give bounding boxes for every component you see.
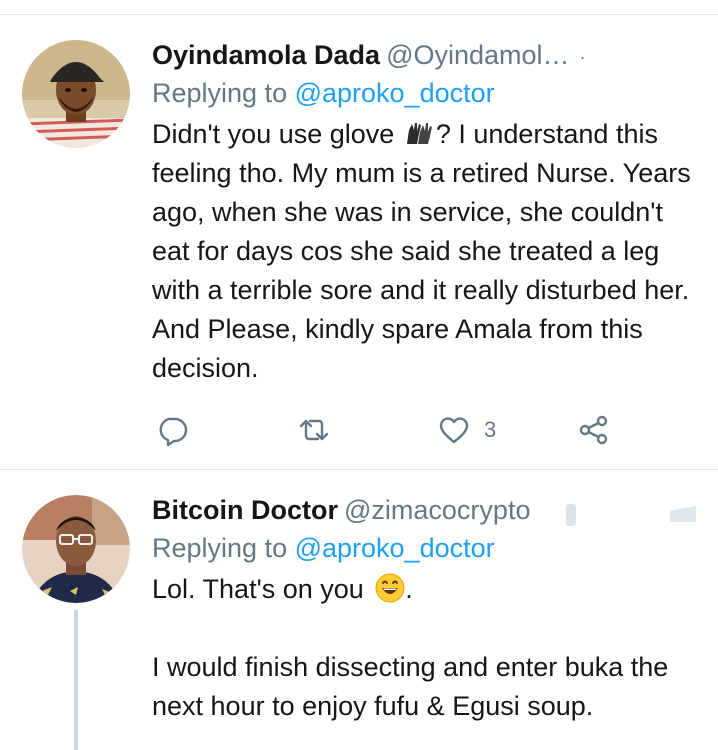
mention-link[interactable]: @aproko_doctor bbox=[295, 78, 495, 108]
tweet-actions: 3 bbox=[152, 410, 622, 450]
separator-dot: · bbox=[579, 46, 586, 67]
tweet-text: Didn't you use glove ? I understand this… bbox=[152, 115, 706, 388]
reply-icon bbox=[159, 417, 188, 446]
like-button[interactable]: 3 bbox=[438, 410, 496, 450]
tweet-header: Oyindamola Dada @Oyindamol… · bbox=[152, 37, 706, 73]
tweet-text-part-1: Didn't you use glove bbox=[152, 119, 402, 149]
gloves-icon bbox=[404, 118, 434, 144]
share-icon bbox=[579, 415, 608, 445]
tweet-text: Lol. That's on you . I would finish diss… bbox=[152, 570, 706, 726]
reply-button[interactable] bbox=[156, 410, 188, 450]
avatar[interactable] bbox=[22, 495, 130, 603]
display-name[interactable]: Oyindamola Dada bbox=[152, 40, 380, 70]
tweet-reply-2[interactable]: Bitcoin Doctor @zimacocrypto Replying to … bbox=[0, 470, 718, 750]
tweet-content: Oyindamola Dada @Oyindamol… · Replying to … bbox=[152, 37, 706, 388]
user-handle[interactable]: @Oyindamol… bbox=[386, 40, 569, 70]
mention-link[interactable]: @aproko_doctor bbox=[295, 533, 495, 563]
overlay-artifact bbox=[566, 504, 576, 526]
heart-icon bbox=[439, 417, 469, 444]
grinning-face-icon bbox=[375, 573, 405, 603]
tweet-text-part-2: ? I understand this feeling tho. My mum … bbox=[152, 119, 691, 383]
tweet-text-line-2: I would finish dissecting and enter buka… bbox=[152, 652, 669, 721]
thread-line bbox=[74, 610, 78, 750]
tweet-text-line-1: Lol. That's on you bbox=[152, 574, 372, 604]
replying-to-label: Replying to bbox=[152, 533, 295, 563]
tweet-reply-1[interactable]: Oyindamola Dada @Oyindamol… · Replying to … bbox=[0, 15, 718, 469]
like-count: 3 bbox=[484, 417, 497, 442]
retweet-button[interactable] bbox=[298, 410, 330, 450]
display-name[interactable]: Bitcoin Doctor bbox=[152, 495, 338, 525]
replying-to: Replying to @aproko_doctor bbox=[152, 75, 706, 111]
replying-to: Replying to @aproko_doctor bbox=[152, 530, 706, 566]
share-button[interactable] bbox=[578, 410, 610, 450]
tweet-text-line-1-end: . bbox=[405, 574, 413, 604]
user-handle[interactable]: @zimacocrypto bbox=[344, 495, 530, 525]
tweet-content: Bitcoin Doctor @zimacocrypto Replying to … bbox=[152, 492, 706, 726]
retweet-icon bbox=[299, 419, 329, 441]
tweet-header: Bitcoin Doctor @zimacocrypto bbox=[152, 492, 706, 528]
avatar[interactable] bbox=[22, 40, 130, 148]
replying-to-label: Replying to bbox=[152, 78, 295, 108]
